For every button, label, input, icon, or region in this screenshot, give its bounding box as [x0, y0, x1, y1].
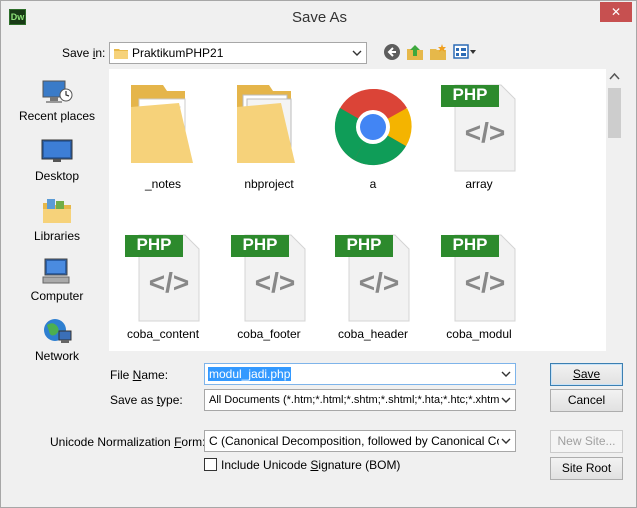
save-in-combo[interactable]: PraktikumPHP21 — [109, 42, 367, 64]
file-item-notes[interactable]: _notes — [113, 69, 213, 209]
file-name: nbproject — [244, 177, 294, 191]
save-as-type-value: All Documents (*.htm;*.html;*.shtm;*.sht… — [209, 394, 499, 406]
normalization-label: Unicode Normalization Form: — [50, 435, 206, 449]
close-button[interactable]: ✕ — [600, 2, 632, 22]
chevron-down-icon[interactable] — [501, 369, 511, 379]
file-item-coba-footer[interactable]: PHP </> coba_footer — [219, 219, 319, 351]
folder-icon — [114, 49, 128, 59]
cancel-button[interactable]: Cancel — [550, 389, 623, 412]
folder-icon — [237, 85, 295, 163]
save-in-label: Save in: — [62, 46, 106, 60]
file-name: a — [369, 177, 377, 191]
file-item-coba-header[interactable]: PHP </> coba_header — [323, 219, 423, 351]
save-in-value: PraktikumPHP21 — [132, 46, 224, 60]
title-bar[interactable]: Dw Save As ✕ — [1, 1, 636, 34]
php-badge: PHP — [452, 85, 488, 104]
dialog-title: Save As — [291, 9, 348, 26]
save-as-dialog: Dw Save As ✕ Save in: PraktikumPHP21 Rec… — [0, 0, 637, 508]
folder-icon — [131, 85, 193, 163]
new-folder-icon[interactable] — [429, 43, 447, 61]
code-glyph: </> — [148, 267, 190, 298]
code-glyph: </> — [358, 267, 400, 298]
file-name: coba_modul — [446, 327, 512, 341]
chevron-down-icon — [501, 438, 511, 444]
back-icon[interactable] — [383, 43, 401, 61]
up-folder-icon[interactable] — [406, 43, 424, 61]
close-icon: ✕ — [610, 5, 622, 19]
places-bar: Recent places Desktop Libraries Computer… — [9, 69, 105, 363]
file-item-coba-content[interactable]: PHP </> coba_content — [113, 219, 213, 351]
place-label: Libraries — [33, 229, 81, 243]
code-glyph: </> — [464, 267, 506, 298]
file-name-label: File Name: — [110, 368, 169, 382]
save-as-type-select[interactable]: All Documents (*.htm;*.html;*.shtm;*.sht… — [204, 389, 516, 411]
desktop-icon — [41, 139, 73, 162]
place-libraries[interactable]: Libraries — [9, 189, 105, 247]
bom-label[interactable]: Include Unicode Signature (BOM) — [221, 458, 400, 472]
libraries-icon — [43, 199, 71, 223]
scroll-thumb[interactable] — [608, 88, 621, 138]
place-label: Network — [34, 349, 79, 363]
vertical-scrollbar[interactable] — [606, 69, 623, 351]
file-name-field[interactable]: modul_jadi.php — [204, 363, 516, 385]
php-badge: PHP — [242, 235, 278, 254]
php-badge: PHP — [452, 235, 488, 254]
place-desktop[interactable]: Desktop — [9, 129, 105, 187]
file-item-coba-modul[interactable]: PHP </> coba_modul — [429, 219, 529, 351]
normalization-value: C (Canonical Decomposition, followed by … — [209, 434, 499, 448]
place-network[interactable]: Network — [9, 309, 105, 367]
file-name: coba_content — [126, 327, 200, 341]
chevron-down-icon — [501, 397, 511, 403]
php-badge: PHP — [136, 235, 172, 254]
file-name: array — [465, 177, 493, 191]
file-name-value: modul_jadi.php — [208, 367, 292, 381]
file-item-array[interactable]: PHP </> array — [429, 69, 529, 209]
chrome-icon — [334, 88, 412, 166]
normalization-select[interactable]: C (Canonical Decomposition, followed by … — [204, 430, 516, 452]
view-menu-icon[interactable] — [453, 43, 477, 61]
bom-checkbox[interactable] — [204, 458, 217, 471]
computer-icon — [42, 258, 70, 284]
save-button[interactable]: Save — [550, 363, 623, 386]
file-item-nbproject[interactable]: nbproject — [219, 69, 319, 209]
recent-places-icon — [42, 80, 73, 103]
file-name: coba_header — [337, 327, 409, 341]
code-glyph: </> — [254, 267, 296, 298]
network-icon — [44, 319, 72, 343]
file-list-view[interactable]: _notes nbproject a PHP </> array PHP </>… — [109, 69, 623, 351]
new-site-button[interactable]: New Site... — [550, 430, 623, 453]
file-name: _notes — [144, 177, 182, 191]
chevron-down-icon — [352, 50, 362, 56]
save-as-type-label: Save as type: — [110, 393, 183, 407]
file-item-a[interactable]: a — [323, 69, 423, 209]
file-name: coba_footer — [237, 327, 301, 341]
php-badge: PHP — [346, 235, 382, 254]
place-computer[interactable]: Computer — [9, 249, 105, 307]
place-label: Computer — [30, 289, 84, 303]
scroll-up-icon[interactable] — [606, 69, 623, 86]
site-root-button[interactable]: Site Root — [550, 457, 623, 480]
place-label: Desktop — [34, 169, 80, 183]
place-label: Recent places — [18, 109, 96, 123]
place-recent-places[interactable]: Recent places — [9, 69, 105, 127]
code-glyph: </> — [464, 117, 506, 148]
